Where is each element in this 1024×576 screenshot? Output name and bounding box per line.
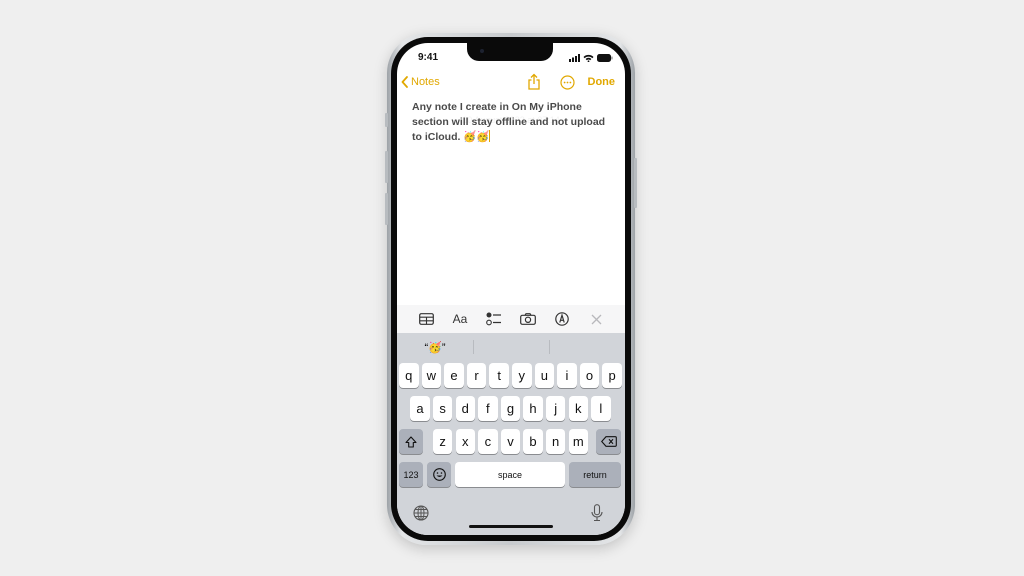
key-t[interactable]: t [489, 363, 509, 388]
iphone-frame: 9:41 Notes 10 August 2022 at 07:14 Done … [385, 33, 637, 545]
camera-button[interactable] [517, 309, 539, 329]
key-r[interactable]: r [466, 363, 487, 388]
keyboard: “🥳” qwertyuiop asdfghjkl zxcvbnm 123 space… [397, 333, 625, 535]
text-cursor [489, 130, 491, 142]
microphone-icon[interactable] [591, 504, 603, 522]
key-u[interactable]: u [534, 363, 555, 388]
volume-down-button [385, 193, 388, 225]
back-label: Notes [411, 76, 440, 88]
key-l[interactable]: l [591, 396, 611, 421]
key-q[interactable]: q [399, 363, 419, 388]
key-n[interactable]: n [545, 429, 566, 454]
numbers-key[interactable]: 123 [399, 462, 423, 487]
more-icon[interactable] [560, 75, 575, 90]
chevron-left-icon [401, 76, 408, 88]
key-x[interactable]: x [455, 429, 475, 454]
markup-icon [555, 312, 569, 326]
key-z[interactable]: z [432, 429, 453, 454]
key-y[interactable]: y [512, 363, 532, 388]
silent-switch [385, 113, 388, 127]
return-key[interactable]: return [569, 462, 621, 487]
note-text: Any note I create in On My iPhone sectio… [412, 101, 606, 143]
power-button [634, 158, 637, 208]
key-o[interactable]: o [579, 363, 600, 388]
key-d[interactable]: d [455, 396, 475, 421]
notch [467, 43, 553, 61]
emoji-key[interactable] [427, 462, 451, 487]
checklist-button[interactable] [483, 309, 505, 329]
share-icon[interactable] [527, 73, 541, 91]
status-time: 9:41 [418, 52, 439, 63]
shift-key[interactable] [399, 429, 423, 454]
key-a[interactable]: a [410, 396, 430, 421]
key-c[interactable]: c [478, 429, 498, 454]
emoji-icon [432, 468, 446, 481]
navigation-bar: Notes 10 August 2022 at 07:14 Done [397, 73, 625, 125]
format-button[interactable]: Aa [449, 309, 471, 329]
key-j[interactable]: j [545, 396, 566, 421]
key-f[interactable]: f [478, 396, 498, 421]
home-indicator[interactable] [469, 525, 553, 528]
key-p[interactable]: p [602, 363, 622, 388]
back-button[interactable]: Notes [401, 76, 440, 88]
shift-icon [405, 435, 417, 448]
backspace-icon [600, 436, 617, 447]
suggestion-2[interactable] [474, 333, 550, 361]
markup-button[interactable] [551, 309, 573, 329]
key-v[interactable]: v [500, 429, 521, 454]
suggestion-3[interactable] [550, 333, 625, 361]
suggestion-bar: “🥳” [397, 333, 625, 361]
checklist-icon [486, 312, 501, 326]
key-h[interactable]: h [523, 396, 543, 421]
key-g[interactable]: g [500, 396, 521, 421]
note-emoji: 🥳🥳 [460, 131, 490, 143]
close-icon [591, 314, 601, 324]
wifi-icon [583, 54, 594, 62]
key-i[interactable]: i [557, 363, 577, 388]
camera-lens [480, 49, 484, 53]
done-button[interactable]: Done [588, 76, 616, 88]
table-button[interactable] [415, 309, 437, 329]
key-m[interactable]: m [568, 429, 588, 454]
battery-icon [597, 54, 613, 62]
note-body[interactable]: Any note I create in On My iPhone sectio… [412, 100, 613, 145]
camera-icon [520, 313, 536, 325]
table-icon [418, 313, 434, 325]
key-b[interactable]: b [523, 429, 543, 454]
close-toolbar-button[interactable] [585, 309, 607, 329]
suggestion-1[interactable]: “🥳” [397, 333, 473, 361]
key-k[interactable]: k [568, 396, 588, 421]
signal-icon [569, 54, 580, 62]
formatting-toolbar: Aa [397, 305, 625, 333]
key-s[interactable]: s [432, 396, 453, 421]
delete-key[interactable] [596, 429, 621, 454]
screen: 9:41 Notes 10 August 2022 at 07:14 Done … [397, 43, 625, 535]
key-w[interactable]: w [421, 363, 442, 388]
globe-icon[interactable] [413, 505, 429, 521]
format-icon: Aa [452, 312, 468, 326]
space-key[interactable]: space [455, 462, 565, 487]
volume-up-button [385, 151, 388, 183]
key-e[interactable]: e [444, 363, 464, 388]
